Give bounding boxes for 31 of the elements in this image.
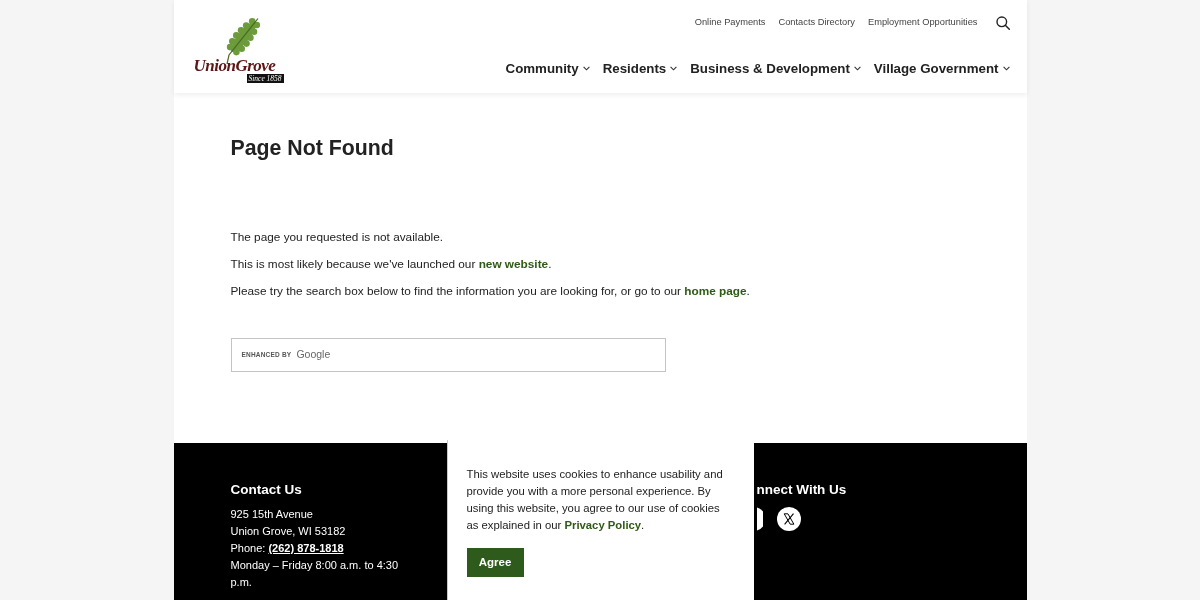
nav-link[interactable]: Business & Development — [690, 59, 850, 79]
page-title: Page Not Found — [230, 135, 395, 162]
address-text: 925 15th Avenue — [230, 507, 314, 522]
text-link[interactable]: home page — [684, 284, 747, 298]
utility-link[interactable]: Employment Opportunities — [867, 16, 978, 30]
nav-link[interactable]: Community — [505, 59, 579, 79]
hours-text: Monday – Friday 8:00 a.m. to 4:30 p.m. — [230, 558, 400, 590]
paragraph-text: Please try the search box below to find the information you are looking for, or go to our home page. — [230, 283, 751, 300]
phone-link[interactable]: (262) 878-1818 — [268, 542, 344, 554]
nav-link[interactable]: Residents — [602, 59, 667, 79]
footer-heading: nnect With Us — [756, 481, 847, 499]
chevron-down-icon — [853, 66, 861, 72]
chevron-down-icon — [1002, 66, 1010, 72]
phone-text: Phone: (262) 878-1818 — [230, 541, 345, 556]
google-label: Google — [296, 347, 331, 363]
paragraph-text: This is most likely because we've launched our new website. — [230, 256, 553, 273]
utility-link[interactable]: Contacts Directory — [778, 16, 855, 30]
chevron-down-icon — [670, 66, 678, 72]
social-icon — [756, 507, 763, 531]
privacy-policy-link[interactable]: Privacy Policy — [564, 519, 642, 531]
chevron-down-icon — [582, 66, 590, 72]
footer-heading: Contact Us — [230, 481, 303, 499]
agree-button[interactable]: Agree — [466, 548, 524, 577]
search-icon[interactable] — [995, 16, 1010, 30]
address-text: Union Grove, WI 53182 — [230, 524, 347, 539]
x-social-icon[interactable] — [776, 507, 801, 531]
paragraph-text: The page you requested is not available. — [230, 229, 444, 246]
utility-link[interactable]: Online Payments — [694, 16, 766, 30]
cookie-text: This website uses cookies to enhance usability and provide you with a more personal experience. By using this website, you agree to our use of cookies as explained in our Privacy Policy. — [466, 467, 724, 533]
nav-link[interactable]: Village Government — [873, 59, 999, 79]
logo-wordmark: UnionGrove — [193, 57, 276, 74]
